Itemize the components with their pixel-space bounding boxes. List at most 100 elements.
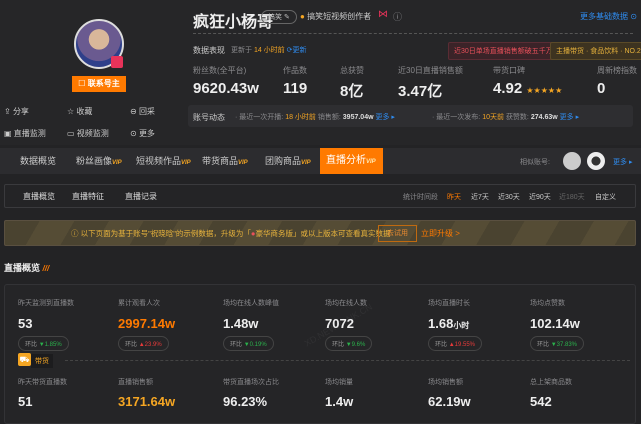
vip-badge: VIP (238, 160, 248, 166)
try-button[interactable]: 去试用 (378, 225, 417, 242)
metric-label: 昨天监测到直播数 (18, 300, 74, 307)
metric-change: 环比 ▼1.85% (18, 336, 69, 351)
ellipsis-icon: ⊙ (130, 129, 137, 138)
tab-group-buy[interactable]: 团购商品VIP (259, 148, 317, 174)
goods-metric-value: 51 (18, 394, 33, 409)
share-button[interactable]: ⇪ 分享 (4, 106, 29, 117)
updated-prefix: 更新于 (231, 47, 252, 54)
goods-metric-label: 场均销量 (325, 379, 353, 386)
contact-owner-button[interactable]: ☐ 联系号主 (72, 76, 126, 92)
tag-label: 搞笑 (268, 14, 282, 21)
change-percent: 37.83% (556, 342, 577, 348)
qr-code-icon[interactable] (111, 56, 123, 68)
live-monitor-button[interactable]: ▣ 直播监测 (4, 128, 46, 139)
similar-avatar-2[interactable] (587, 152, 605, 170)
stat-value: 0 (597, 80, 605, 97)
last-live-info: · 最近一次开播: 18 小时前 销售额: 3957.04w 更多 ▸ (235, 112, 395, 122)
refresh-button[interactable]: ⟳更新 (287, 47, 307, 54)
recollect-button[interactable]: ⊖ 回采 (130, 106, 155, 117)
similar-more-link[interactable]: 更多 ▸ (613, 157, 632, 167)
metric-label: 场均在线人数峰值 (223, 300, 279, 307)
live-monitor-label: 直播监测 (13, 129, 46, 138)
tab-live-analysis[interactable]: 直播分析VIP (320, 148, 383, 174)
sub-tabs-bar: 直播概览 直播特征 直播记录 统计时间段 昨天 近7天 近30天 近90天 近1… (4, 184, 636, 208)
metric-label: 场均直播时长 (428, 300, 470, 307)
live-more-link[interactable]: 更多 ▸ (375, 114, 394, 121)
metric-label: 场均点赞数 (530, 300, 565, 307)
enter-icon: ⊖ (130, 107, 137, 116)
banner-text-1: ⓘ 以下页面为基于账号"祝晓晗"的示例数据，升级为「 (71, 229, 251, 238)
rating-stars: ★★★★★ (526, 86, 563, 95)
favorite-label: 收藏 (76, 107, 93, 116)
change-label: 环比 (230, 342, 243, 348)
tab-data-overview[interactable]: 数据概览 (14, 148, 62, 174)
stat-label: 周新榜指数 (597, 66, 637, 75)
rank-badge: 主播带货 · 食品饮料 · NO.2 (550, 42, 641, 60)
metric-value: 2997.14w (118, 316, 175, 331)
subtab-live-records[interactable]: 直播记录 (125, 191, 157, 202)
stat-number: 4.92 (493, 80, 523, 97)
share-label: 分享 (12, 107, 29, 116)
section-title: 直播概览 /// (4, 261, 49, 274)
subtab-live-features[interactable]: 直播特征 (72, 191, 104, 202)
cart-icon: ⛟ (18, 353, 31, 366)
goods-metric-label: 带货直播场次占比 (223, 379, 279, 386)
contact-label: 联系号主 (87, 79, 120, 88)
post-prefix: · 最近一次发布: (432, 114, 481, 121)
video-monitor-button[interactable]: ▭ 视频监测 (67, 128, 109, 139)
period-30d[interactable]: 近30天 (498, 192, 520, 202)
change-percent: 9.6% (351, 342, 366, 348)
change-label: 环比 (537, 342, 550, 348)
live-time: 18 小时前 (285, 114, 316, 121)
more-actions-button[interactable]: ⊙ 更多 (130, 128, 155, 139)
more-basic-data-link[interactable]: 更多基础数据 ⊙ (580, 11, 637, 22)
stat-label: 总获赞 (340, 66, 364, 75)
goods-metric-value: 542 (530, 394, 552, 409)
goods-metric-label: 昨天带货直播数 (18, 379, 67, 386)
upgrade-link[interactable]: 立即升级 > (421, 228, 460, 239)
tab-fan-profile[interactable]: 粉丝画像VIP (70, 148, 128, 174)
subtab-live-overview[interactable]: 直播概览 (23, 191, 55, 202)
vip-badge: VIP (366, 159, 376, 165)
monitor-icon: ▭ (67, 129, 75, 138)
likes-value: 274.63w (530, 114, 558, 121)
period-custom[interactable]: 自定义 (595, 192, 616, 202)
tab-label: 粉丝画像 (76, 156, 113, 166)
stat-label: 带货口碑 (493, 66, 525, 75)
info-icon[interactable]: ⓘ (393, 10, 402, 23)
star-icon: ☆ (67, 107, 75, 116)
stat-number: 8亿 (340, 83, 364, 100)
post-more-link[interactable]: 更多 ▸ (560, 114, 579, 121)
goods-metric-label: 直播销售额 (118, 379, 153, 386)
metric-unit: 小时 (453, 321, 470, 330)
metric-label: 累计观看人次 (118, 300, 160, 307)
period-90d[interactable]: 近90天 (529, 192, 551, 202)
metric-number: 102.14w (530, 316, 580, 331)
period-7d[interactable]: 近7天 (471, 192, 489, 202)
category-tag[interactable]: 搞笑 ✎ (261, 10, 297, 24)
goods-metric-value: 62.19w (428, 394, 471, 409)
period-yesterday[interactable]: 昨天 (447, 192, 461, 202)
section-title-text: 直播概览 (4, 263, 41, 273)
change-percent: 0.19% (249, 342, 267, 348)
period-label: 统计时间段 (403, 194, 438, 201)
similar-avatar-1[interactable] (563, 152, 581, 170)
tab-label: 短视频作品 (136, 156, 182, 166)
change-percent: 19.55% (454, 342, 475, 348)
banner-text-2: 」或以上版本可查看真实数据 (292, 229, 391, 238)
tab-short-videos[interactable]: 短视频作品VIP (130, 148, 197, 174)
period-180d[interactable]: 近180天 (559, 192, 585, 202)
metric-number: 1.68 (428, 316, 454, 331)
stat-value: 4.92 ★★★★★ (493, 80, 562, 97)
metric-number: 2997.14w (118, 316, 176, 331)
last-post-info: · 最近一次发布: 10天前 获赞数: 274.63w 更多 ▸ (432, 112, 579, 122)
sales-badge: 近30日单场直播销售额破五千万 (448, 42, 559, 60)
divider (193, 33, 633, 34)
tv-icon: ▣ (4, 129, 12, 138)
tab-goods[interactable]: 带货商品VIP (196, 148, 254, 174)
sales-value: 3957.04w (342, 114, 374, 121)
favorite-button[interactable]: ☆ 收藏 (67, 106, 92, 117)
change-percent: 23.9% (144, 342, 162, 348)
creator-role: ● 搞笑短视频创作者 (300, 11, 371, 22)
goods-metric-value: 96.23% (223, 394, 268, 409)
